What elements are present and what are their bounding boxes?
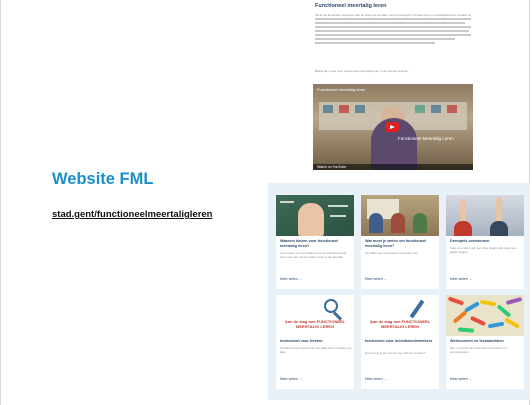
- card-title: Werkvormen en lesmaterialen: [450, 339, 504, 343]
- card-description: Stap voor stap naar een klas waarin alle…: [450, 246, 517, 254]
- fml-logo-text: Aan de slag met FUNCTIONEEL MEERTALIG LE…: [369, 319, 431, 329]
- slide-title: Website FML: [52, 170, 154, 188]
- card-title: Wat moet je weten om functioneel meertal…: [365, 239, 427, 248]
- play-icon[interactable]: [385, 122, 399, 132]
- card-more-link[interactable]: Meer weten →: [280, 277, 302, 281]
- card-image-chalkboard: [276, 195, 354, 236]
- card-image-clothespins: [446, 295, 524, 336]
- card-instrument-beleid[interactable]: Aan de slag met FUNCTIONEEL MEERTALIG LE…: [361, 295, 439, 389]
- card-more-link[interactable]: Meer weten →: [280, 377, 302, 381]
- card-more-link[interactable]: Meer weten →: [450, 377, 472, 381]
- card-image-logo: Aan de slag met FUNCTIONEEL MEERTALIG LE…: [361, 295, 439, 336]
- card-drempels[interactable]: Drempels overwinnen Stap voor stap naar …: [446, 195, 524, 289]
- article-text-lines: [315, 18, 471, 46]
- article-paragraph-2: Bekijk hier meer over functioneel meerta…: [315, 69, 410, 73]
- card-image-logo: Aan de slag met FUNCTIONEEL MEERTALIG LE…: [276, 295, 354, 336]
- card-instrument-leraren[interactable]: Aan de slag met FUNCTIONEEL MEERTALIG LE…: [276, 295, 354, 389]
- video-bar-text: Watch on YouTube: [317, 164, 347, 169]
- video-title: Functioneel meertalig leren: [317, 87, 366, 92]
- card-description: Hoe breng je het thema in je school en t…: [365, 351, 426, 355]
- card-description: Het ABC van functioneel meertalig leren.: [365, 251, 420, 255]
- card-more-link[interactable]: Meer weten →: [365, 277, 387, 281]
- card-more-link[interactable]: Meer weten →: [450, 277, 472, 281]
- card-description: Lees meer over het belang van de thuista…: [280, 251, 347, 259]
- video-caption: Functioneel Meertalig Leren: [398, 136, 454, 141]
- website-link[interactable]: stad.gent/functioneelmeertaligleren: [52, 209, 212, 220]
- card-wat-moet-je-weten[interactable]: Wat moet je weten om functioneel meertal…: [361, 195, 439, 289]
- card-title: Instrument voor beleidsmedewerkers: [365, 339, 433, 343]
- slide-border-left: [0, 0, 1, 405]
- card-image-raised-hands: [446, 195, 524, 236]
- card-waarom[interactable]: Waarom kiezen voor functioneel meertalig…: [276, 195, 354, 289]
- card-werkvormen[interactable]: Werkvormen en lesmaterialen Een overzich…: [446, 295, 524, 389]
- magnifier-icon: [324, 299, 338, 313]
- pencil-icon: [409, 299, 425, 319]
- card-title: Drempels overwinnen: [450, 239, 490, 243]
- card-description: Een overzicht van concrete werkvormen en…: [450, 346, 508, 354]
- article-excerpt: Functioneel meertalig leren Wil je als l…: [313, 0, 473, 80]
- video-embed[interactable]: Functioneel meertalig leren Functioneel …: [313, 84, 473, 170]
- card-description: Ontdek hoe je functioneel meertalig lere…: [280, 346, 352, 354]
- card-image-classroom: [361, 195, 439, 236]
- fml-logo-text: Aan de slag met FUNCTIONEEL MEERTALIG LE…: [284, 319, 346, 329]
- card-title: Waarom kiezen voor functioneel meertalig…: [280, 239, 339, 248]
- video-bar[interactable]: Watch on YouTube: [313, 164, 473, 170]
- card-title: Instrument voor leraren: [280, 339, 323, 343]
- article-paragraph-1: Wil je als leerkracht stad.gent aan de s…: [315, 13, 471, 17]
- card-more-link[interactable]: Meer weten →: [365, 377, 387, 381]
- cards-panel: Waarom kiezen voor functioneel meertalig…: [268, 183, 530, 400]
- article-heading: Functioneel meertalig leren: [315, 3, 387, 9]
